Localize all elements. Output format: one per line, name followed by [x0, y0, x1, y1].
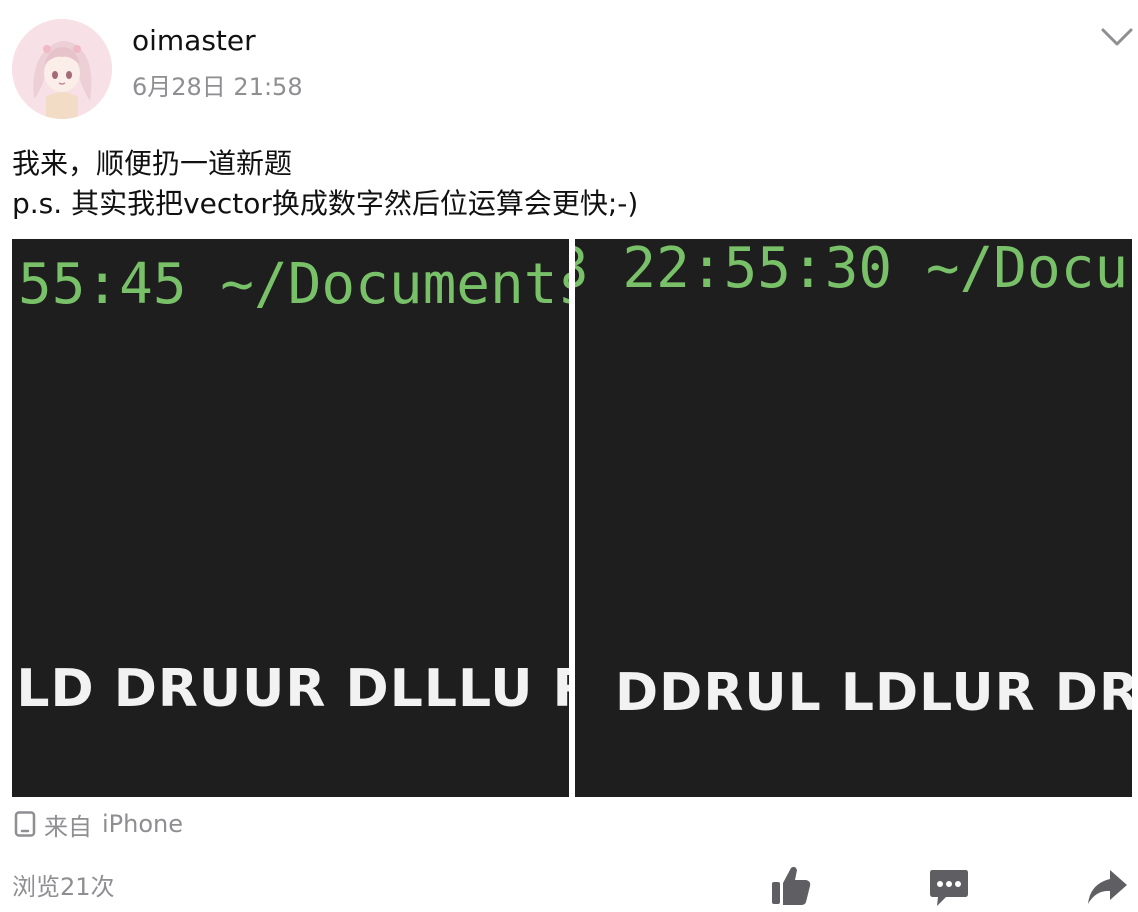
avatar[interactable] [12, 19, 112, 119]
image-1-terminal-output: JLD DRUUR DLLLU RL [12, 659, 569, 719]
anime-girl-avatar-icon [12, 19, 112, 119]
post-text-line2: p.s. 其实我把vector换成数字然后位运算会更快;-) [12, 187, 639, 220]
author-name[interactable]: oimaster [132, 24, 256, 58]
view-count: 浏览21次 [12, 873, 115, 901]
phone-icon [14, 811, 36, 837]
post-image-1[interactable]: 55:45 ~/Documents JLD DRUUR DLLLU RL [12, 239, 569, 797]
source-prefix: 来自 [44, 812, 92, 841]
post-image-2[interactable]: 3 22:55:30 ~/Docu DDRUL LDLUR DRU [575, 239, 1132, 797]
post-content: 我来，顺便扔一道新题 p.s. 其实我把vector换成数字然后位运算会更快;-… [12, 144, 1122, 224]
post-source: 来自 iPhone [12, 808, 184, 841]
comment-icon[interactable] [928, 864, 970, 908]
image-2-terminal-output: DDRUL LDLUR DRU [615, 663, 1132, 723]
chevron-down-icon[interactable] [1100, 24, 1134, 50]
source-device: iPhone [102, 810, 184, 838]
share-icon[interactable] [1086, 864, 1128, 908]
image-1-terminal-header: 55:45 ~/Documents [18, 252, 569, 317]
thumbs-up-icon[interactable] [770, 864, 812, 908]
image-2-terminal-header: 3 22:55:30 ~/Docu [575, 239, 1129, 301]
post-time: 6月28日 21:58 [132, 73, 303, 101]
post-card: oimaster 6月28日 21:58 我来，顺便扔一道新题 p.s. 其实我… [0, 0, 1138, 912]
post-text-line1: 我来，顺便扔一道新题 [12, 147, 293, 180]
